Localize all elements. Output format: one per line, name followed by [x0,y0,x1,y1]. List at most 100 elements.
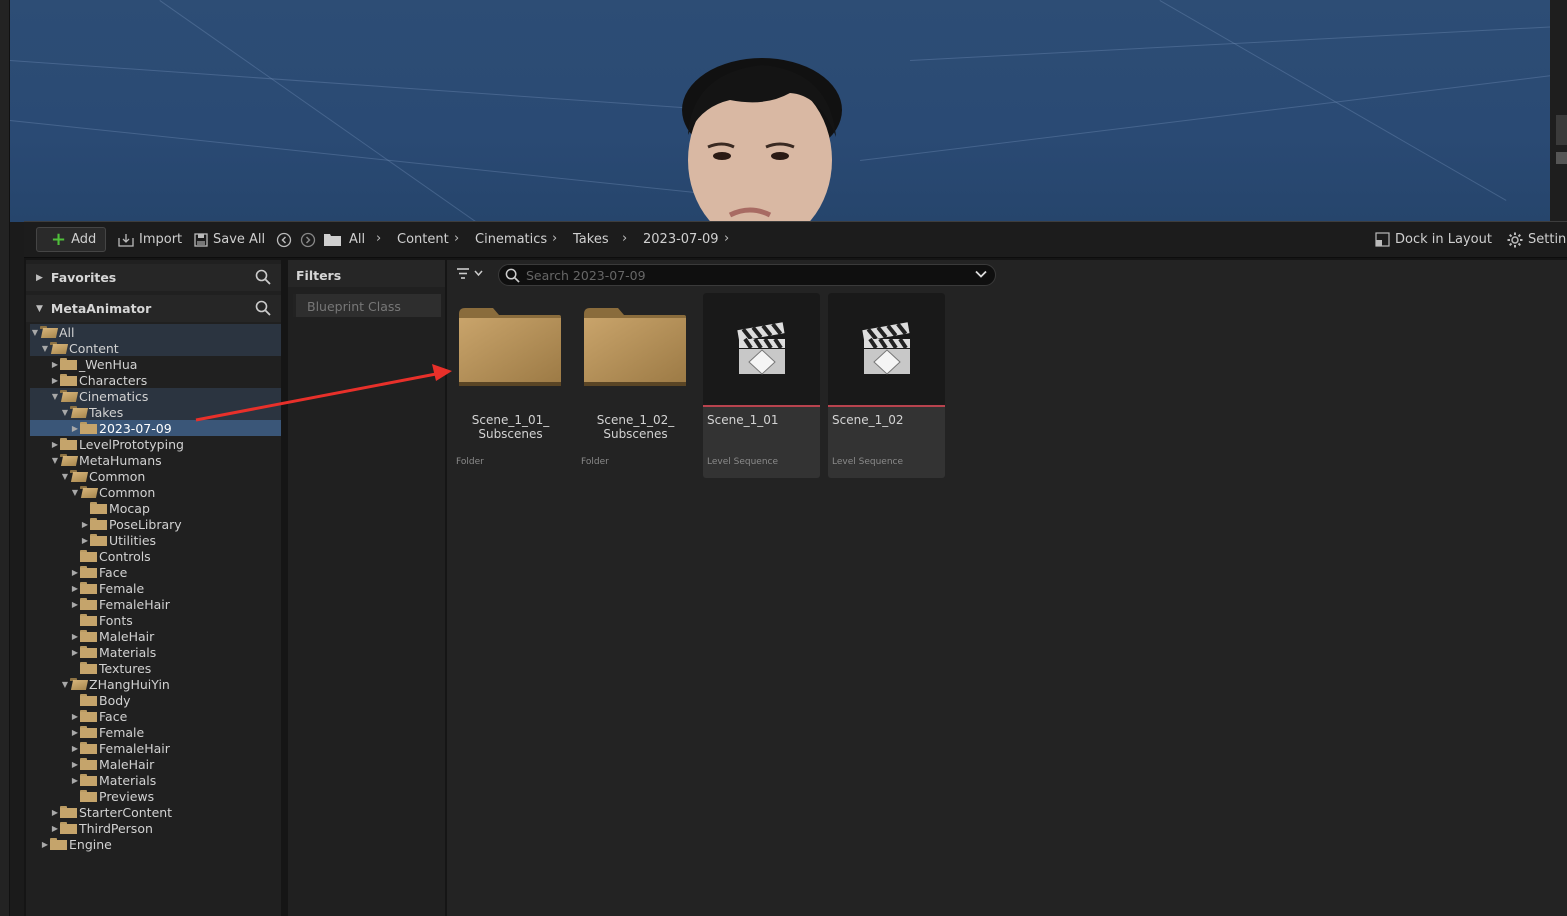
tree-item[interactable]: ▶ Female [30,724,281,740]
breadcrumb-takes[interactable]: Takes [573,232,609,247]
tree-item[interactable]: ▶ MaleHair [30,756,281,772]
breadcrumb-cinematics[interactable]: Cinematics [475,232,547,247]
caret-right-icon[interactable]: ▶ [70,760,80,769]
tree-item[interactable]: ▼ All [30,324,281,340]
tree-item[interactable]: Textures [30,660,281,676]
caret-right-icon[interactable]: ▶ [70,584,80,593]
caret-right-icon[interactable]: ▶ [50,360,60,369]
tree-item[interactable]: ▶ FemaleHair [30,740,281,756]
caret-right-icon[interactable]: ▶ [70,648,80,657]
tree-item[interactable]: ▶ Utilities [30,532,281,548]
caret-right-icon[interactable]: ▶ [70,728,80,737]
chevron-right-icon[interactable]: › [552,231,557,246]
tree-item[interactable]: Mocap [30,500,281,516]
tree-item[interactable]: ▶ LevelPrototyping [30,436,281,452]
caret-down-icon[interactable]: ▼ [70,488,80,497]
tree-item[interactable]: Body [30,692,281,708]
caret-down-icon[interactable]: ▼ [50,456,60,465]
dock-in-layout-button[interactable]: Dock in Layout [1375,227,1492,252]
settings-button[interactable]: Settings [1507,227,1567,252]
caret-down-icon[interactable]: ▼ [40,344,50,353]
caret-right-icon[interactable]: ▶ [70,424,80,433]
caret-down-icon[interactable]: ▼ [36,304,43,314]
tree-item[interactable]: ▶ Engine [30,836,281,852]
content-browser-toolbar: + Add Import Save All All › Content › Ci… [24,222,1567,258]
folder-breadcrumb-icon[interactable] [324,233,341,246]
caret-down-icon[interactable]: ▼ [60,472,70,481]
caret-right-icon[interactable]: ▶ [50,808,60,817]
tree-item[interactable]: ▶ _WenHua [30,356,281,372]
tree-item[interactable]: ▼ Content [30,340,281,356]
caret-right-icon[interactable]: ▶ [80,520,90,529]
tree-item-label: FemaleHair [99,740,170,756]
tree-item[interactable]: ▼ Common [30,484,281,500]
chevron-right-icon[interactable]: › [454,231,459,246]
tree-item[interactable]: ▼ MetaHumans [30,452,281,468]
tree-item[interactable]: ▶ MaleHair [30,628,281,644]
asset-view: Search 2023-07-09 Scene_1_01_ Subscenes F… [447,260,1567,916]
caret-right-icon[interactable]: ▶ [50,376,60,385]
blueprint-class-filter[interactable]: Blueprint Class [293,294,441,317]
tree-item[interactable]: ▶ Materials [30,772,281,788]
back-icon[interactable] [276,232,292,248]
forward-icon[interactable] [300,232,316,248]
caret-right-icon[interactable]: ▶ [50,824,60,833]
search-input[interactable]: Search 2023-07-09 [498,264,996,286]
tree-item[interactable]: ▶ Characters [30,372,281,388]
caret-right-icon[interactable]: ▶ [70,600,80,609]
breadcrumb-date[interactable]: 2023-07-09 [643,232,719,247]
caret-down-icon[interactable]: ▼ [60,680,70,689]
tree-item[interactable]: ▶ Female [30,580,281,596]
filters-panel: Filters Blueprint Class [288,260,445,916]
tree-item[interactable]: ▶ StarterContent [30,804,281,820]
caret-down-icon[interactable]: ▼ [50,392,60,401]
save-all-button[interactable]: Save All [194,227,265,252]
tree-item-label: Fonts [99,612,133,628]
tree-item[interactable]: Controls [30,548,281,564]
search-icon[interactable] [255,300,271,316]
caret-right-icon[interactable]: ▶ [70,744,80,753]
tree-item[interactable]: ▶ FemaleHair [30,596,281,612]
tree-item[interactable]: ▼ Common [30,468,281,484]
caret-right-icon[interactable]: ▶ [36,273,43,283]
asset-name-line2: Subscenes [478,427,543,441]
caret-right-icon[interactable]: ▶ [40,840,50,849]
tree-item[interactable]: ▶ 2023-07-09 [30,420,281,436]
chevron-right-icon[interactable]: › [724,231,729,246]
tree-item[interactable]: ▶ PoseLibrary [30,516,281,532]
chevron-right-icon[interactable]: › [622,231,627,246]
breadcrumb-content[interactable]: Content [397,232,449,247]
caret-right-icon[interactable]: ▶ [80,536,90,545]
tree-item[interactable]: ▼ Cinematics [30,388,281,404]
caret-right-icon[interactable]: ▶ [70,632,80,641]
asset-folder-tile[interactable]: Scene_1_02_ Subscenes Folder [577,293,694,478]
tree-item[interactable]: ▶ ThirdPerson [30,820,281,836]
breadcrumb-all[interactable]: All [349,232,365,247]
search-icon[interactable] [255,269,271,285]
tree-item[interactable]: ▼ Takes [30,404,281,420]
chevron-right-icon[interactable]: › [376,231,381,246]
tree-item[interactable]: Fonts [30,612,281,628]
tree-item[interactable]: Previews [30,788,281,804]
folder-open-icon [40,326,57,338]
favorites-header[interactable]: ▶ Favorites [26,264,281,291]
project-header[interactable]: ▼ MetaAnimator [26,295,281,322]
add-button[interactable]: + Add [36,227,106,252]
filter-dropdown[interactable] [456,267,484,284]
tree-item[interactable]: ▶ Face [30,708,281,724]
asset-folder-tile[interactable]: Scene_1_01_ Subscenes Folder [452,293,569,478]
caret-down-icon[interactable]: ▼ [30,328,40,337]
tree-item[interactable]: ▶ Materials [30,644,281,660]
caret-down-icon[interactable]: ▼ [60,408,70,417]
caret-right-icon[interactable]: ▶ [70,776,80,785]
import-button[interactable]: Import [118,227,182,252]
level-sequence-tile[interactable]: Scene_1_02 Level Sequence [828,293,945,478]
chevron-down-icon[interactable] [975,268,987,280]
caret-right-icon[interactable]: ▶ [50,440,60,449]
caret-right-icon[interactable]: ▶ [70,568,80,577]
level-sequence-tile[interactable]: Scene_1_01 Level Sequence [703,293,820,478]
tree-item[interactable]: ▼ ZHangHuiYin [30,676,281,692]
caret-right-icon[interactable]: ▶ [70,712,80,721]
asset-type: Folder [456,457,484,467]
tree-item[interactable]: ▶ Face [30,564,281,580]
